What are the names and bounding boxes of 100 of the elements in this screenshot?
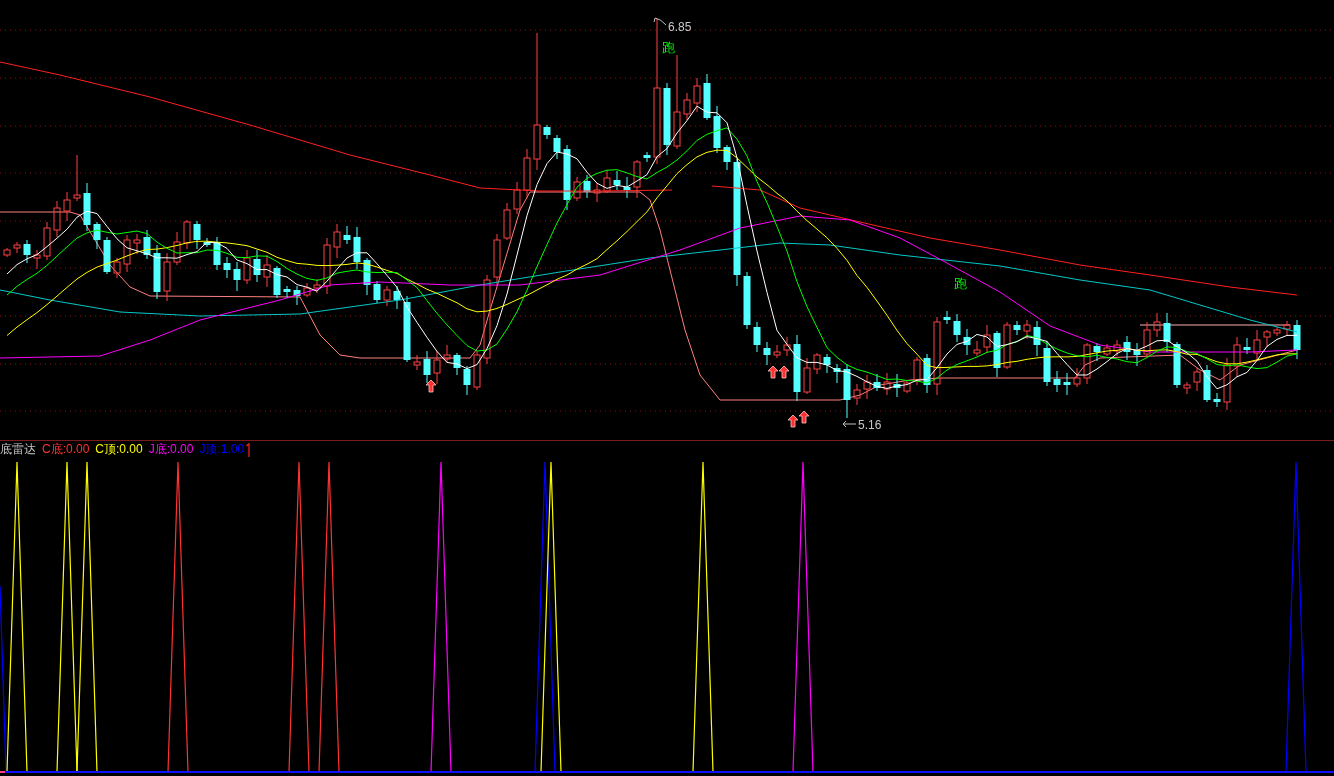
falling-candlestick: [833, 363, 841, 384]
falling-candlestick: [273, 265, 281, 299]
rising-candlestick: [503, 202, 511, 241]
rising-candlestick: [323, 237, 331, 295]
falling-candlestick: [1173, 341, 1181, 389]
falling-candlestick: [1203, 364, 1211, 403]
falling-candlestick: [253, 249, 261, 283]
rising-candlestick: [113, 257, 121, 279]
rising-candlestick: [983, 324, 991, 354]
signal-label: 跑: [662, 40, 675, 55]
rising-candlestick: [1153, 312, 1161, 338]
rising-candlestick: [973, 340, 981, 357]
falling-candlestick: [213, 236, 221, 271]
falling-candlestick: [553, 134, 561, 160]
falling-candlestick: [193, 220, 201, 250]
rising-candlestick: [433, 350, 441, 385]
rising-candlestick: [683, 92, 691, 121]
falling-candlestick: [1053, 370, 1061, 393]
rising-candlestick: [913, 356, 921, 386]
falling-candlestick: [953, 313, 961, 343]
rising-candlestick: [1073, 367, 1081, 388]
rising-candlestick: [883, 372, 891, 396]
rising-candlestick: [133, 233, 141, 255]
falling-candlestick: [153, 244, 161, 300]
falling-candlestick: [703, 73, 711, 121]
rising-candlestick: [473, 350, 481, 391]
rising-candlestick: [593, 182, 601, 203]
falling-candlestick: [233, 261, 241, 292]
falling-candlestick: [1243, 337, 1251, 355]
rising-candlestick: [3, 247, 11, 258]
falling-candlestick: [293, 285, 301, 306]
rising-candlestick: [1253, 329, 1261, 361]
rising-candlestick: [63, 191, 71, 222]
rising-candlestick: [1113, 339, 1121, 357]
rising-candlestick: [313, 278, 321, 294]
rising-candlestick: [633, 159, 641, 199]
falling-candlestick: [393, 285, 401, 310]
falling-candlestick: [543, 124, 551, 140]
falling-candlestick: [143, 229, 151, 260]
falling-candlestick: [753, 321, 761, 353]
rising-candlestick: [853, 383, 861, 406]
falling-candlestick: [893, 373, 901, 398]
up-arrow-icon: [425, 379, 437, 393]
indicator-legend-item: C顶:0.00: [95, 441, 143, 458]
rising-candlestick: [1183, 381, 1191, 395]
falling-candlestick: [923, 353, 931, 394]
falling-candlestick: [763, 341, 771, 366]
falling-candlestick: [823, 353, 831, 374]
falling-candlestick: [713, 105, 721, 154]
falling-candlestick: [103, 236, 111, 275]
falling-candlestick: [583, 174, 591, 199]
falling-candlestick: [1123, 335, 1131, 361]
falling-candlestick: [1063, 372, 1071, 396]
falling-candlestick: [563, 144, 571, 211]
falling-candlestick: [1013, 320, 1021, 336]
rising-candlestick: [263, 254, 271, 288]
indicator-legend-item: J顶:1.00: [199, 441, 245, 458]
rising-candlestick: [813, 352, 821, 375]
rising-candlestick: [773, 344, 781, 359]
falling-candlestick: [403, 295, 411, 363]
rising-candlestick: [863, 374, 871, 400]
rising-candlestick: [603, 169, 611, 194]
rising-candlestick: [333, 223, 341, 259]
rising-candlestick: [163, 252, 171, 302]
rising-candlestick: [1143, 321, 1151, 359]
falling-candlestick: [453, 352, 461, 376]
up-arrow-icon: [246, 442, 252, 457]
rising-candlestick: [903, 380, 911, 394]
indicator-title: 底雷达: [0, 441, 36, 458]
falling-candlestick: [423, 350, 431, 384]
rising-candlestick: [1223, 357, 1231, 411]
falling-candlestick: [23, 239, 31, 264]
falling-candlestick: [83, 182, 91, 232]
high-price-label: 6.85: [668, 20, 692, 34]
rising-candlestick: [1023, 319, 1031, 340]
rising-candlestick: [33, 249, 41, 270]
rising-candlestick: [1083, 342, 1091, 385]
falling-candlestick: [613, 170, 621, 191]
rising-candlestick: [523, 148, 531, 199]
rising-candlestick: [413, 354, 421, 371]
rising-candlestick: [383, 285, 391, 307]
falling-candlestick: [373, 280, 381, 304]
rising-candlestick: [303, 282, 311, 298]
rising-candlestick: [693, 77, 701, 113]
rising-candlestick: [73, 154, 81, 202]
up-arrow-icon: [787, 414, 799, 428]
rising-candlestick: [173, 231, 181, 266]
falling-candlestick: [623, 176, 631, 199]
falling-candlestick: [1093, 342, 1101, 362]
falling-candlestick: [963, 328, 971, 356]
rising-candlestick: [1003, 321, 1011, 370]
rising-candlestick: [1103, 343, 1111, 357]
low-price-label: 5.16: [858, 418, 882, 432]
rising-candlestick: [53, 200, 61, 238]
falling-candlestick: [1293, 319, 1301, 360]
indicator-legend-item: J底:0.00: [148, 441, 194, 458]
rising-candlestick: [1233, 336, 1241, 378]
rising-candlestick: [803, 357, 811, 395]
rising-candlestick: [1273, 326, 1281, 337]
falling-candlestick: [363, 257, 371, 296]
